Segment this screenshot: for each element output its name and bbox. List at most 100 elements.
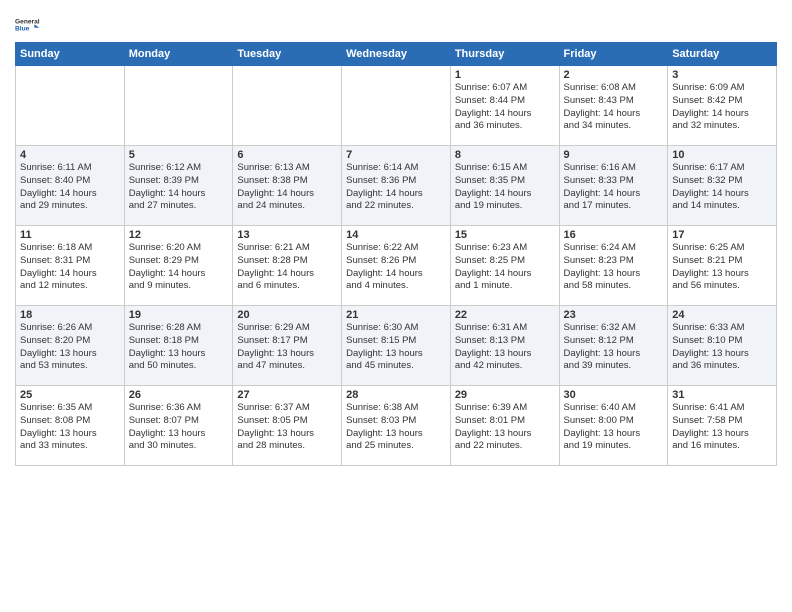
calendar-cell: 21Sunrise: 6:30 AM Sunset: 8:15 PM Dayli… [342, 306, 451, 386]
cell-info: Sunrise: 6:36 AM Sunset: 8:07 PM Dayligh… [129, 402, 229, 453]
logo-icon: GeneralBlue [15, 10, 43, 38]
cell-info: Sunrise: 6:37 AM Sunset: 8:05 PM Dayligh… [237, 402, 337, 453]
logo: GeneralBlue [15, 10, 43, 38]
cell-info: Sunrise: 6:11 AM Sunset: 8:40 PM Dayligh… [20, 162, 120, 213]
cell-info: Sunrise: 6:22 AM Sunset: 8:26 PM Dayligh… [346, 242, 446, 293]
cell-info: Sunrise: 6:31 AM Sunset: 8:13 PM Dayligh… [455, 322, 555, 373]
cell-info: Sunrise: 6:30 AM Sunset: 8:15 PM Dayligh… [346, 322, 446, 373]
cell-info: Sunrise: 6:41 AM Sunset: 7:58 PM Dayligh… [672, 402, 772, 453]
cell-info: Sunrise: 6:25 AM Sunset: 8:21 PM Dayligh… [672, 242, 772, 293]
svg-text:General: General [15, 18, 40, 25]
cell-day-number: 12 [129, 229, 229, 241]
cell-info: Sunrise: 6:16 AM Sunset: 8:33 PM Dayligh… [564, 162, 664, 213]
calendar-cell: 1Sunrise: 6:07 AM Sunset: 8:44 PM Daylig… [450, 66, 559, 146]
week-row-4: 18Sunrise: 6:26 AM Sunset: 8:20 PM Dayli… [16, 306, 777, 386]
cell-day-number: 7 [346, 149, 446, 161]
calendar-cell: 25Sunrise: 6:35 AM Sunset: 8:08 PM Dayli… [16, 386, 125, 466]
cell-day-number: 21 [346, 309, 446, 321]
cell-info: Sunrise: 6:38 AM Sunset: 8:03 PM Dayligh… [346, 402, 446, 453]
day-header-monday: Monday [124, 43, 233, 66]
calendar-cell [233, 66, 342, 146]
cell-day-number: 23 [564, 309, 664, 321]
cell-day-number: 8 [455, 149, 555, 161]
cell-day-number: 6 [237, 149, 337, 161]
cell-info: Sunrise: 6:09 AM Sunset: 8:42 PM Dayligh… [672, 82, 772, 133]
calendar-cell: 18Sunrise: 6:26 AM Sunset: 8:20 PM Dayli… [16, 306, 125, 386]
cell-info: Sunrise: 6:24 AM Sunset: 8:23 PM Dayligh… [564, 242, 664, 293]
calendar-cell: 2Sunrise: 6:08 AM Sunset: 8:43 PM Daylig… [559, 66, 668, 146]
week-row-5: 25Sunrise: 6:35 AM Sunset: 8:08 PM Dayli… [16, 386, 777, 466]
week-row-2: 4Sunrise: 6:11 AM Sunset: 8:40 PM Daylig… [16, 146, 777, 226]
week-row-3: 11Sunrise: 6:18 AM Sunset: 8:31 PM Dayli… [16, 226, 777, 306]
svg-text:Blue: Blue [15, 26, 30, 33]
cell-day-number: 29 [455, 389, 555, 401]
cell-day-number: 14 [346, 229, 446, 241]
header: GeneralBlue [15, 10, 777, 38]
cell-day-number: 11 [20, 229, 120, 241]
cell-info: Sunrise: 6:40 AM Sunset: 8:00 PM Dayligh… [564, 402, 664, 453]
cell-day-number: 15 [455, 229, 555, 241]
cell-info: Sunrise: 6:26 AM Sunset: 8:20 PM Dayligh… [20, 322, 120, 373]
calendar-cell: 20Sunrise: 6:29 AM Sunset: 8:17 PM Dayli… [233, 306, 342, 386]
week-row-1: 1Sunrise: 6:07 AM Sunset: 8:44 PM Daylig… [16, 66, 777, 146]
calendar-cell [342, 66, 451, 146]
cell-info: Sunrise: 6:20 AM Sunset: 8:29 PM Dayligh… [129, 242, 229, 293]
cell-day-number: 22 [455, 309, 555, 321]
calendar-cell: 30Sunrise: 6:40 AM Sunset: 8:00 PM Dayli… [559, 386, 668, 466]
day-header-sunday: Sunday [16, 43, 125, 66]
cell-info: Sunrise: 6:08 AM Sunset: 8:43 PM Dayligh… [564, 82, 664, 133]
calendar-cell: 24Sunrise: 6:33 AM Sunset: 8:10 PM Dayli… [668, 306, 777, 386]
cell-day-number: 4 [20, 149, 120, 161]
cell-day-number: 10 [672, 149, 772, 161]
calendar-cell: 17Sunrise: 6:25 AM Sunset: 8:21 PM Dayli… [668, 226, 777, 306]
cell-day-number: 27 [237, 389, 337, 401]
calendar-cell: 23Sunrise: 6:32 AM Sunset: 8:12 PM Dayli… [559, 306, 668, 386]
cell-day-number: 24 [672, 309, 772, 321]
calendar-cell: 22Sunrise: 6:31 AM Sunset: 8:13 PM Dayli… [450, 306, 559, 386]
calendar-cell: 13Sunrise: 6:21 AM Sunset: 8:28 PM Dayli… [233, 226, 342, 306]
cell-info: Sunrise: 6:12 AM Sunset: 8:39 PM Dayligh… [129, 162, 229, 213]
cell-day-number: 3 [672, 69, 772, 81]
cell-day-number: 13 [237, 229, 337, 241]
calendar-cell: 31Sunrise: 6:41 AM Sunset: 7:58 PM Dayli… [668, 386, 777, 466]
cell-day-number: 31 [672, 389, 772, 401]
day-header-wednesday: Wednesday [342, 43, 451, 66]
calendar-cell: 19Sunrise: 6:28 AM Sunset: 8:18 PM Dayli… [124, 306, 233, 386]
day-header-tuesday: Tuesday [233, 43, 342, 66]
cell-info: Sunrise: 6:29 AM Sunset: 8:17 PM Dayligh… [237, 322, 337, 373]
calendar-page: GeneralBlue SundayMondayTuesdayWednesday… [0, 0, 792, 612]
calendar-cell: 4Sunrise: 6:11 AM Sunset: 8:40 PM Daylig… [16, 146, 125, 226]
calendar-cell: 27Sunrise: 6:37 AM Sunset: 8:05 PM Dayli… [233, 386, 342, 466]
cell-day-number: 18 [20, 309, 120, 321]
calendar-cell: 16Sunrise: 6:24 AM Sunset: 8:23 PM Dayli… [559, 226, 668, 306]
cell-info: Sunrise: 6:39 AM Sunset: 8:01 PM Dayligh… [455, 402, 555, 453]
cell-info: Sunrise: 6:14 AM Sunset: 8:36 PM Dayligh… [346, 162, 446, 213]
calendar-cell [16, 66, 125, 146]
cell-day-number: 28 [346, 389, 446, 401]
cell-day-number: 1 [455, 69, 555, 81]
cell-day-number: 20 [237, 309, 337, 321]
cell-day-number: 30 [564, 389, 664, 401]
cell-day-number: 17 [672, 229, 772, 241]
day-header-saturday: Saturday [668, 43, 777, 66]
calendar-cell: 5Sunrise: 6:12 AM Sunset: 8:39 PM Daylig… [124, 146, 233, 226]
cell-day-number: 16 [564, 229, 664, 241]
cell-info: Sunrise: 6:17 AM Sunset: 8:32 PM Dayligh… [672, 162, 772, 213]
cell-info: Sunrise: 6:15 AM Sunset: 8:35 PM Dayligh… [455, 162, 555, 213]
calendar-cell: 7Sunrise: 6:14 AM Sunset: 8:36 PM Daylig… [342, 146, 451, 226]
calendar-cell: 10Sunrise: 6:17 AM Sunset: 8:32 PM Dayli… [668, 146, 777, 226]
calendar-cell: 12Sunrise: 6:20 AM Sunset: 8:29 PM Dayli… [124, 226, 233, 306]
day-header-friday: Friday [559, 43, 668, 66]
cell-day-number: 25 [20, 389, 120, 401]
calendar-cell: 29Sunrise: 6:39 AM Sunset: 8:01 PM Dayli… [450, 386, 559, 466]
cell-day-number: 26 [129, 389, 229, 401]
day-header-thursday: Thursday [450, 43, 559, 66]
calendar-cell: 9Sunrise: 6:16 AM Sunset: 8:33 PM Daylig… [559, 146, 668, 226]
calendar-cell: 14Sunrise: 6:22 AM Sunset: 8:26 PM Dayli… [342, 226, 451, 306]
calendar-cell: 28Sunrise: 6:38 AM Sunset: 8:03 PM Dayli… [342, 386, 451, 466]
header-row: SundayMondayTuesdayWednesdayThursdayFrid… [16, 43, 777, 66]
cell-info: Sunrise: 6:28 AM Sunset: 8:18 PM Dayligh… [129, 322, 229, 373]
calendar-cell: 6Sunrise: 6:13 AM Sunset: 8:38 PM Daylig… [233, 146, 342, 226]
cell-info: Sunrise: 6:21 AM Sunset: 8:28 PM Dayligh… [237, 242, 337, 293]
cell-info: Sunrise: 6:07 AM Sunset: 8:44 PM Dayligh… [455, 82, 555, 133]
